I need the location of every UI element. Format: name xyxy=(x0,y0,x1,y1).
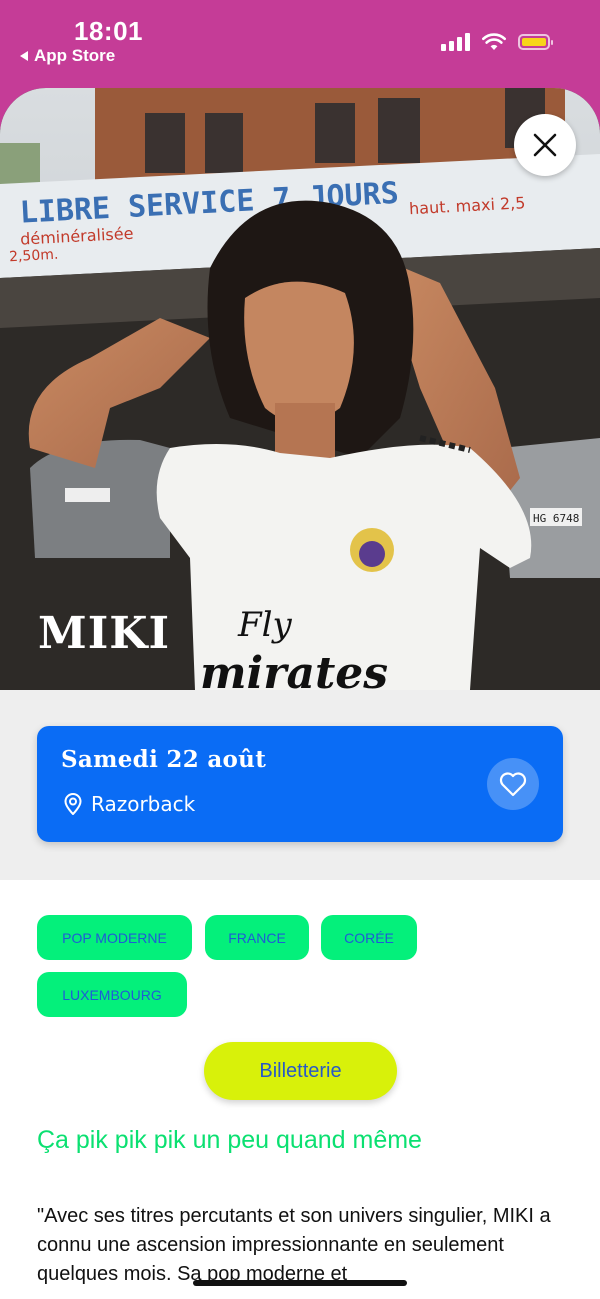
event-card: Samedi 22 août Razorback xyxy=(37,726,563,842)
wifi-icon xyxy=(482,33,506,50)
back-arrow-icon xyxy=(20,51,28,61)
photo-shirt-text: Fly xyxy=(237,605,292,645)
tag-france[interactable]: FRANCE xyxy=(205,915,309,960)
event-section: Samedi 22 août Razorback xyxy=(0,690,600,880)
tag-luxembourg[interactable]: LUXEMBOURG xyxy=(37,972,187,1017)
back-app-label: App Store xyxy=(34,46,116,65)
favorite-button[interactable] xyxy=(487,758,539,810)
event-description: "Avec ses titres percutants et son unive… xyxy=(37,1205,551,1285)
photo-sign-text-4: 2,50m. xyxy=(9,247,59,266)
venue-name: Razorback xyxy=(91,792,196,816)
artist-photo: LIBRE SERVICE 7 JOURS déminéralisée haut… xyxy=(0,88,600,690)
artist-hero-image: LIBRE SERVICE 7 JOURS déminéralisée haut… xyxy=(0,88,600,690)
tag-pop-moderne[interactable]: POP MODERNE xyxy=(37,915,192,960)
event-venue[interactable]: Razorback xyxy=(63,792,195,816)
photo-shirt-text-2: mirates xyxy=(200,648,388,690)
close-button[interactable] xyxy=(514,114,576,176)
event-date: Samedi 22 août xyxy=(61,746,267,773)
heart-icon xyxy=(499,772,527,797)
close-icon xyxy=(533,133,557,157)
cellular-signal-icon xyxy=(441,33,470,51)
ticket-button[interactable]: Billetterie xyxy=(204,1042,397,1100)
home-indicator[interactable] xyxy=(193,1280,407,1286)
back-to-app-store-link[interactable]: App Store xyxy=(20,46,115,66)
tag-coree[interactable]: CORÉE xyxy=(321,915,417,960)
photo-plate-text: HG 6748 xyxy=(533,512,579,525)
status-icons xyxy=(441,33,553,51)
location-pin-icon xyxy=(64,793,82,815)
artist-name: MIKI xyxy=(38,608,171,659)
battery-icon xyxy=(518,34,553,50)
status-time: 18:01 xyxy=(74,16,143,46)
event-subtitle: Ça pik pik pik un peu quand même xyxy=(37,1126,422,1154)
